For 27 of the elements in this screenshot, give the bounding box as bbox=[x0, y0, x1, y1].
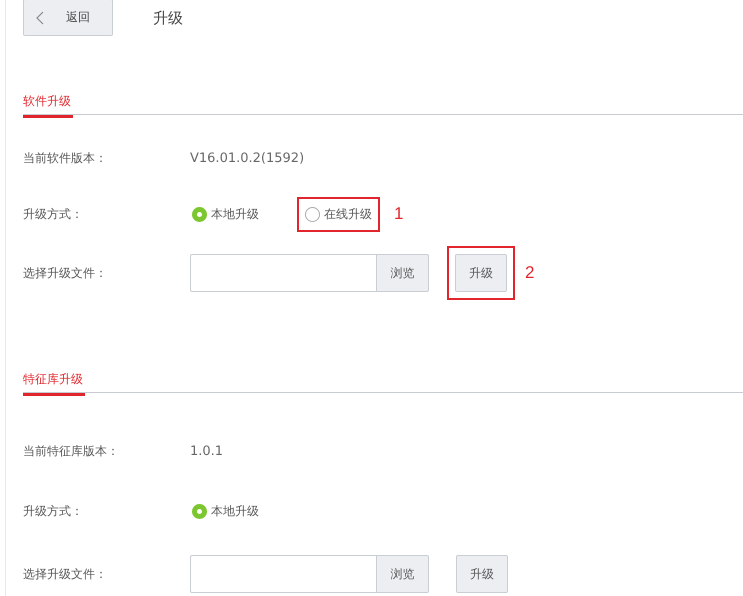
radio-label: 本地升级 bbox=[211, 502, 259, 520]
version-value: 1.0.1 bbox=[190, 444, 224, 458]
field-label: 选择升级文件： bbox=[23, 566, 108, 582]
field-label: 当前特征库版本： bbox=[23, 442, 120, 460]
field-label: 升级方式： bbox=[23, 502, 84, 520]
back-button[interactable]: 返回 bbox=[23, 0, 113, 36]
file-input-field[interactable] bbox=[190, 254, 376, 292]
section-title: 特征库升级 bbox=[23, 371, 85, 396]
version-value: V16.01.0.2(1592) bbox=[190, 150, 304, 166]
field-label: 选择升级文件： bbox=[23, 264, 108, 282]
section-title: 软件升级 bbox=[23, 93, 73, 118]
radio-label: 在线升级 bbox=[324, 206, 372, 222]
page-title: 升级 bbox=[153, 9, 183, 28]
browse-button[interactable]: 浏览 bbox=[376, 555, 429, 593]
upgrade-button[interactable]: 升级 bbox=[455, 254, 507, 292]
browse-button[interactable]: 浏览 bbox=[376, 254, 429, 292]
field-label: 当前软件版本： bbox=[23, 150, 108, 166]
file-input-field[interactable] bbox=[190, 555, 376, 593]
radio-button[interactable] bbox=[192, 504, 207, 518]
annotation-number: 1 bbox=[394, 204, 404, 224]
radio-label: 本地升级 bbox=[211, 206, 259, 222]
annotation-number: 2 bbox=[525, 263, 534, 283]
chevron-left-icon bbox=[36, 10, 44, 24]
upgrade-button[interactable]: 升级 bbox=[456, 555, 508, 593]
field-label: 升级方式： bbox=[23, 206, 84, 222]
radio-button[interactable] bbox=[305, 206, 320, 222]
radio-button[interactable] bbox=[192, 206, 207, 222]
